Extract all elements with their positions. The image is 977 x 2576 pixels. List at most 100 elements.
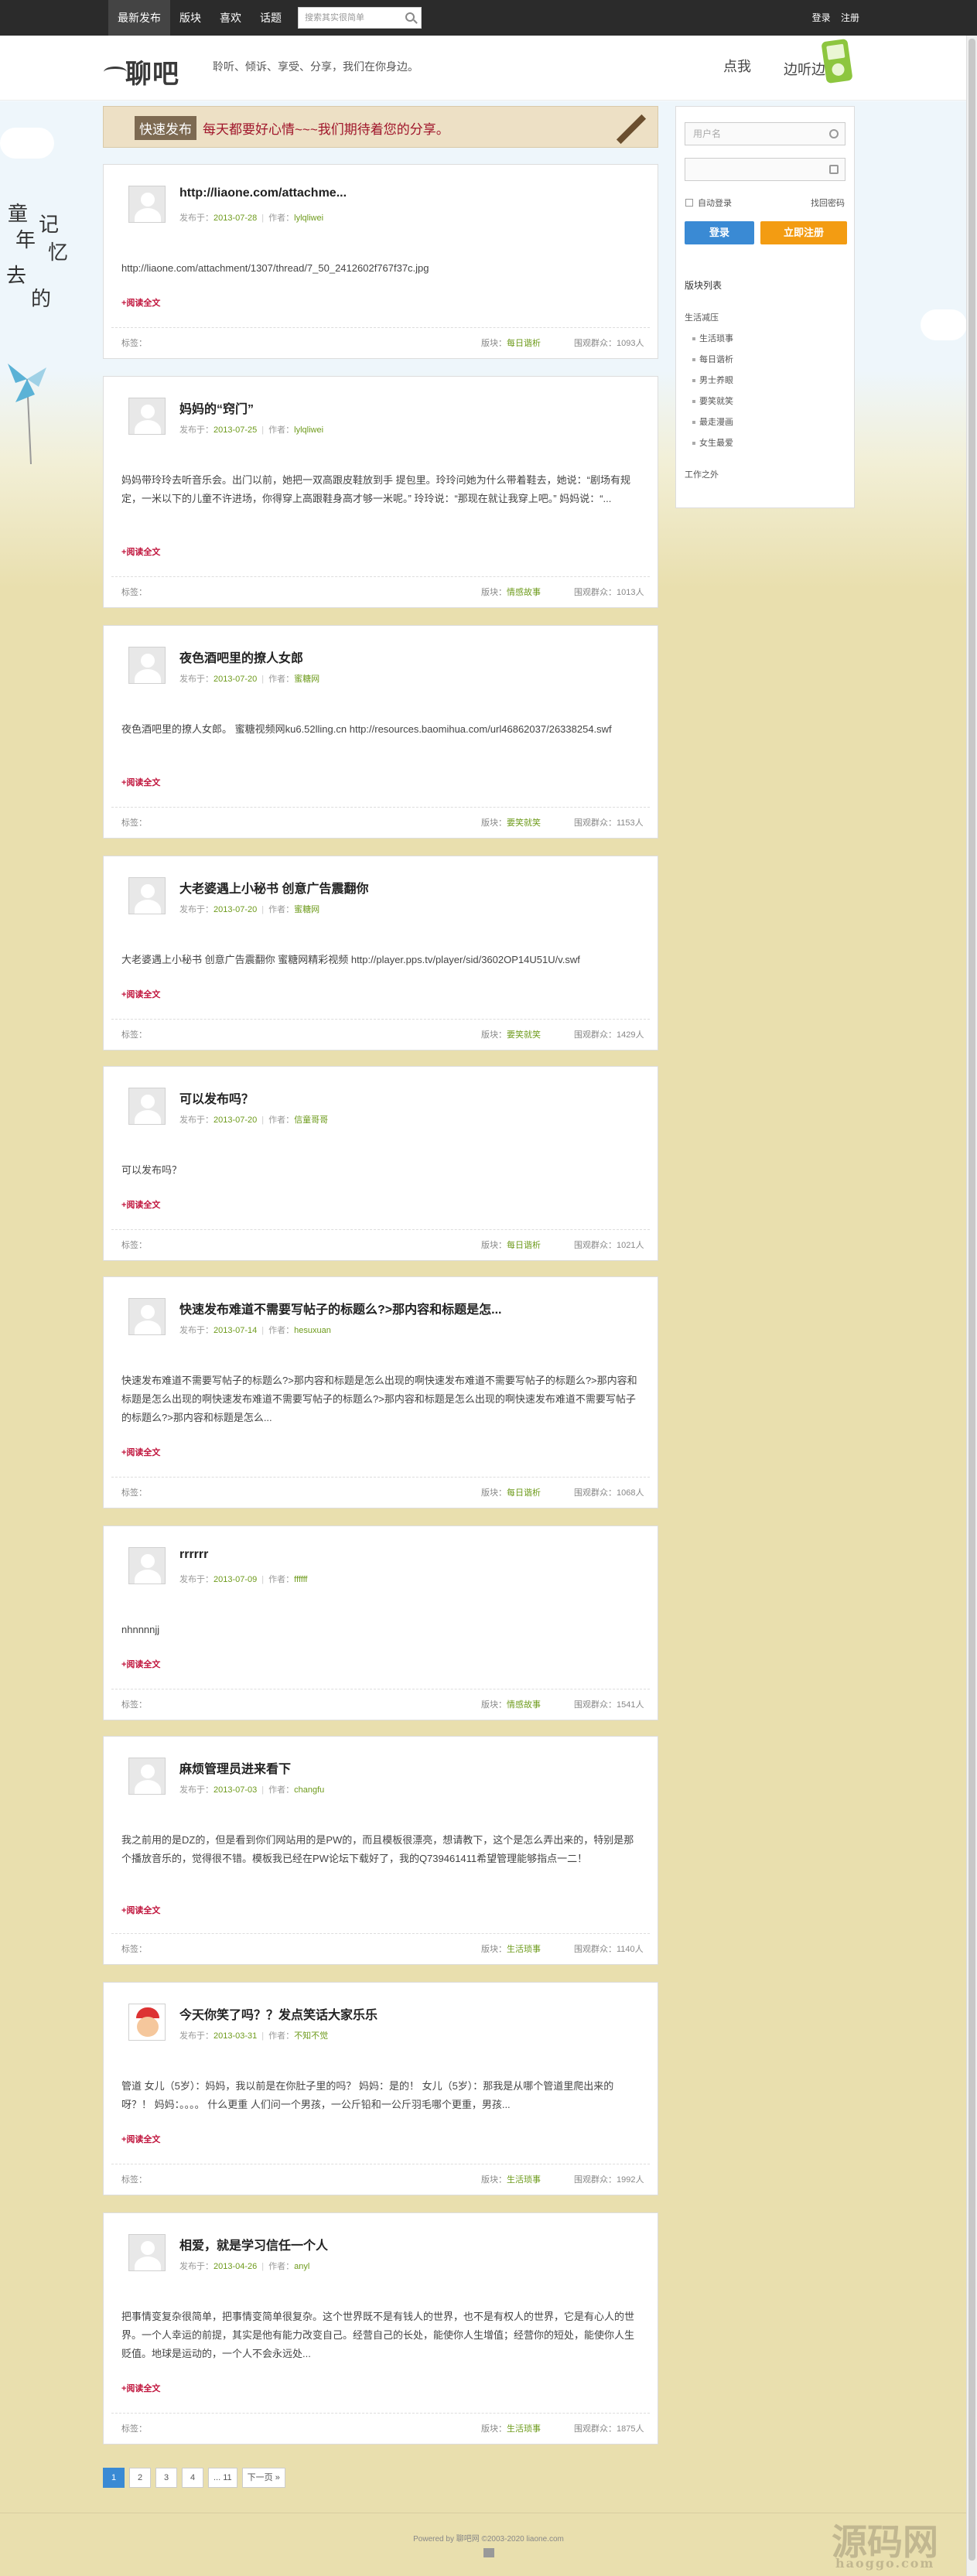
board-link[interactable]: 情感故事 (507, 1700, 541, 1710)
post-meta: 发布于：2013-04-26 | 作者：anyl (179, 2262, 310, 2271)
search-input[interactable]: 搜索其实很简单 (298, 7, 422, 29)
read-more-link[interactable]: +阅读全文 (121, 988, 160, 1000)
post-meta: 发布于：2013-07-20 | 作者：蜜糖网 (179, 905, 320, 914)
sidebar-item-board[interactable]: 女生最爱 (685, 433, 733, 454)
avatar[interactable] (128, 1298, 166, 1335)
post-author[interactable]: 蜜糖网 (294, 905, 319, 914)
board-link[interactable]: 生活琐事 (507, 2424, 541, 2434)
read-more-link[interactable]: +阅读全文 (121, 1904, 160, 1916)
post-title[interactable]: rrrrrr (179, 1548, 208, 1562)
avatar[interactable] (128, 398, 166, 435)
sidebar-item-board[interactable]: 生活琐事 (685, 329, 733, 350)
quick-post-banner[interactable]: 快速发布 每天都要好心情~~~我们期待着您的分享。 (103, 106, 658, 148)
copyright: Powered by 聊吧网 ©2003-2020 liaone.com (413, 2535, 564, 2544)
page-button[interactable]: 3 (155, 2468, 177, 2488)
nav-boards[interactable]: 版块 (170, 0, 210, 36)
post-meta: 发布于：2013-07-20 | 作者：信童哥哥 (179, 1115, 329, 1125)
post-title[interactable]: 可以发布吗？ (179, 1088, 254, 1107)
nav-latest[interactable]: 最新发布 (108, 0, 170, 36)
post-board: 版块：生活琐事 (481, 2414, 541, 2444)
music-player-link[interactable]: 点我 边听边看 (723, 56, 839, 77)
nav-topics[interactable]: 话题 (251, 0, 291, 36)
page-button[interactable]: 4 (182, 2468, 203, 2488)
board-link[interactable]: 每日谐析 (507, 1241, 541, 1250)
post-author[interactable]: hesuxuan (294, 1326, 331, 1335)
password-field[interactable] (685, 158, 845, 181)
board-category[interactable]: 生活减压 (685, 308, 733, 329)
forgot-password-link[interactable]: 找回密码 (811, 196, 845, 209)
checkbox-box[interactable] (685, 199, 693, 207)
post-author[interactable]: ffffff (294, 1575, 307, 1584)
post-author[interactable]: 蜜糖网 (294, 675, 319, 684)
login-link[interactable]: 登录 (812, 12, 831, 23)
post-author[interactable]: lylqliwei (294, 214, 323, 223)
avatar[interactable] (128, 1758, 166, 1795)
avatar[interactable] (128, 2234, 166, 2271)
meta-label: 发布于： (179, 214, 214, 223)
post-author[interactable]: changfu (294, 1785, 324, 1795)
board-link[interactable]: 要笑就笑 (507, 818, 541, 828)
scrollbar[interactable] (966, 36, 977, 2576)
username-field[interactable]: 用户名 (685, 122, 845, 145)
cloud-decoration (921, 309, 967, 340)
scrollbar-thumb[interactable] (968, 39, 975, 2561)
board-category[interactable]: 工作之外 (685, 465, 733, 486)
board-link[interactable]: 每日谐析 (507, 1488, 541, 1498)
login-button[interactable]: 登录 (685, 221, 754, 244)
views-count: 1093人 (617, 339, 644, 348)
post-title[interactable]: 快速发布难道不需要写帖子的标题么?>那内容和标题是怎... (179, 1299, 501, 1317)
post-excerpt: 大老婆遇上小秘书 创意广告震翻你 蜜糖网精彩视频 http://player.p… (121, 954, 580, 965)
avatar[interactable] (128, 1088, 166, 1125)
post-title[interactable]: 妈妈的“窍门” (179, 398, 254, 417)
read-more-link[interactable]: +阅读全文 (121, 2382, 160, 2394)
board-link[interactable]: 情感故事 (507, 588, 541, 597)
avatar[interactable] (128, 877, 166, 914)
post-author[interactable]: anyl (294, 2262, 309, 2271)
read-more-link[interactable]: +阅读全文 (121, 296, 160, 309)
sidebar-item-board[interactable]: 最走漫画 (685, 412, 733, 433)
read-more-link[interactable]: +阅读全文 (121, 545, 160, 558)
page-button[interactable]: 2 (129, 2468, 151, 2488)
post-title[interactable]: 相爱，就是学习信任一个人 (179, 2235, 328, 2253)
avatar[interactable] (128, 647, 166, 684)
post-author[interactable]: 不知不觉 (294, 2031, 328, 2041)
sidebar-item-board[interactable]: 要笑就笑 (685, 391, 733, 412)
sidebar-item-board[interactable]: 每日谐析 (685, 350, 733, 371)
avatar[interactable] (128, 2004, 166, 2041)
read-more-link[interactable]: +阅读全文 (121, 2133, 160, 2145)
post-title[interactable]: 大老婆遇上小秘书 创意广告震翻你 (179, 878, 368, 897)
page-button[interactable]: ... 11 (208, 2468, 237, 2488)
stats-icon[interactable] (483, 2548, 494, 2557)
post-title[interactable]: 夜色酒吧里的撩人女郎 (179, 647, 303, 666)
next-page-button[interactable]: 下一页 » (241, 2468, 285, 2488)
quick-post-tag[interactable]: 快速发布 (135, 116, 196, 140)
register-link[interactable]: 注册 (841, 12, 859, 23)
read-more-link[interactable]: +阅读全文 (121, 776, 160, 788)
read-more-link[interactable]: +阅读全文 (121, 1446, 160, 1458)
post-title[interactable]: 今天你笑了吗？？发点笑话大家乐乐 (179, 2004, 377, 2023)
avatar[interactable] (128, 1547, 166, 1584)
board-label: 版块： (481, 2424, 507, 2434)
post-meta: 发布于：2013-07-28 | 作者：lylqliwei (179, 214, 324, 223)
site-logo[interactable]: 聊吧 (104, 50, 196, 90)
sidebar-item-board[interactable]: 男士养眼 (685, 371, 733, 391)
avatar[interactable] (128, 186, 166, 223)
board-link[interactable]: 生活琐事 (507, 2175, 541, 2185)
register-button[interactable]: 立即注册 (760, 221, 847, 244)
auto-login-checkbox[interactable]: 自动登录 (685, 196, 732, 209)
post-title[interactable]: http://liaone.com/attachme... (179, 186, 347, 200)
board-link[interactable]: 要笑就笑 (507, 1030, 541, 1040)
music-player-icon[interactable] (821, 38, 853, 84)
read-more-link[interactable]: +阅读全文 (121, 1198, 160, 1211)
views-count: 1021人 (617, 1241, 644, 1250)
post-views: 围观群众：1021人 (574, 1230, 644, 1261)
post-author[interactable]: 信童哥哥 (294, 1115, 328, 1125)
post-author[interactable]: lylqliwei (294, 425, 323, 435)
page-button[interactable]: 1 (103, 2468, 125, 2488)
board-link[interactable]: 每日谐析 (507, 339, 541, 348)
board-link[interactable]: 生活琐事 (507, 1945, 541, 1954)
nav-likes[interactable]: 喜欢 (210, 0, 251, 36)
read-more-link[interactable]: +阅读全文 (121, 1658, 160, 1670)
post-title[interactable]: 麻烦管理员进来看下 (179, 1758, 291, 1777)
search-icon[interactable] (405, 12, 415, 22)
